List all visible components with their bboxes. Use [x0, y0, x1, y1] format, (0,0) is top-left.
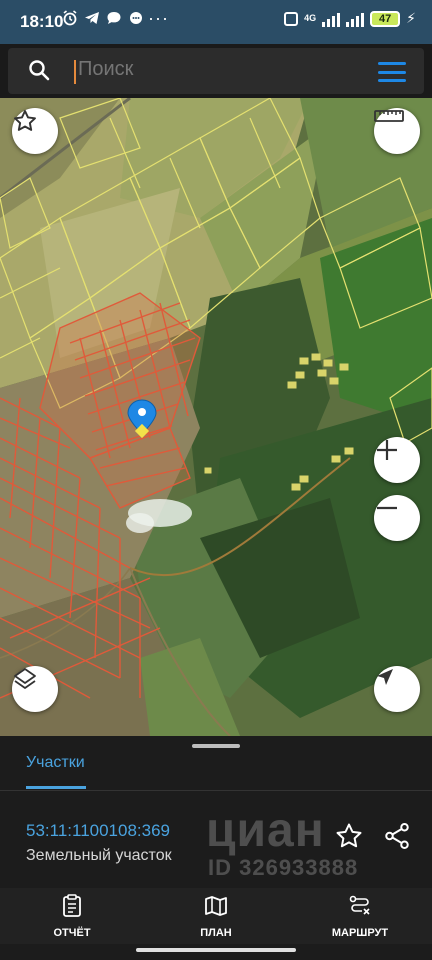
share-icon — [382, 823, 412, 855]
clipboard-icon — [61, 894, 83, 921]
status-more-dots: ··· — [148, 8, 169, 28]
watermark-logo: циан — [206, 804, 325, 857]
status-time: 18:10 — [20, 12, 64, 31]
map-icon — [204, 894, 228, 921]
search-bar[interactable] — [8, 48, 424, 94]
my-location-button[interactable] — [374, 666, 420, 712]
satellite-imagery — [0, 98, 432, 736]
vibrate-icon — [284, 11, 299, 26]
zoom-out-button[interactable] — [374, 495, 420, 541]
zoom-in-button[interactable] — [374, 437, 420, 483]
layers-button[interactable] — [12, 666, 58, 712]
alarm-icon — [62, 10, 78, 33]
favorites-button[interactable] — [12, 108, 58, 154]
nav-route[interactable]: МАРШРУТ — [320, 894, 400, 939]
parcel-type: Земельный участок — [26, 847, 172, 864]
watermark: циан ID 326933888 — [196, 791, 406, 887]
gesture-bar — [136, 948, 296, 952]
nav-plan-label: ПЛАН — [200, 927, 232, 939]
nav-route-label: МАРШРУТ — [331, 927, 389, 939]
signal-icon — [322, 11, 341, 27]
nav-report[interactable]: ОТЧЁТ — [40, 894, 104, 939]
parcel-card[interactable]: циан ID 326933888 53:11:1100108:369 Земе… — [0, 791, 432, 887]
menu-icon[interactable] — [378, 62, 406, 82]
map-view[interactable] — [0, 98, 432, 736]
search-header — [0, 44, 432, 98]
battery-icon: 47 — [370, 10, 401, 27]
star-outline-icon — [334, 823, 364, 855]
message-icon — [128, 10, 144, 33]
telegram-icon — [84, 10, 100, 33]
search-icon[interactable] — [28, 59, 50, 86]
share-button[interactable] — [382, 821, 414, 853]
drag-handle[interactable] — [192, 744, 240, 748]
watermark-id: ID 326933888 — [208, 855, 359, 880]
status-system-icons: 4G 47 ⚡ — [284, 10, 416, 27]
ruler-button[interactable] — [374, 108, 420, 154]
bottom-nav: ОТЧЁТ ПЛАН МАРШРУТ — [0, 888, 432, 944]
tab-parcels[interactable]: Участки — [26, 754, 85, 772]
nav-report-label: ОТЧЁТ — [53, 927, 91, 939]
route-icon — [348, 894, 372, 921]
nav-plan[interactable]: ПЛАН — [184, 894, 248, 939]
search-input[interactable] — [78, 58, 358, 81]
bottom-sheet: Участки циан ID 326933888 53:11:1100108:… — [0, 736, 432, 960]
charging-icon: ⚡ — [406, 10, 416, 26]
status-notification-icons — [62, 10, 144, 33]
chat-icon — [106, 10, 122, 33]
network-type: 4G — [304, 13, 317, 23]
signal-icon-2 — [346, 11, 365, 27]
favorite-parcel-button[interactable] — [334, 821, 366, 853]
tab-indicator — [26, 786, 86, 789]
status-bar: 18:10 ··· 4G 47 ⚡ — [0, 0, 432, 44]
parcel-cadastral-number[interactable]: 53:11:1100108:369 — [26, 821, 170, 841]
text-caret — [74, 60, 76, 84]
